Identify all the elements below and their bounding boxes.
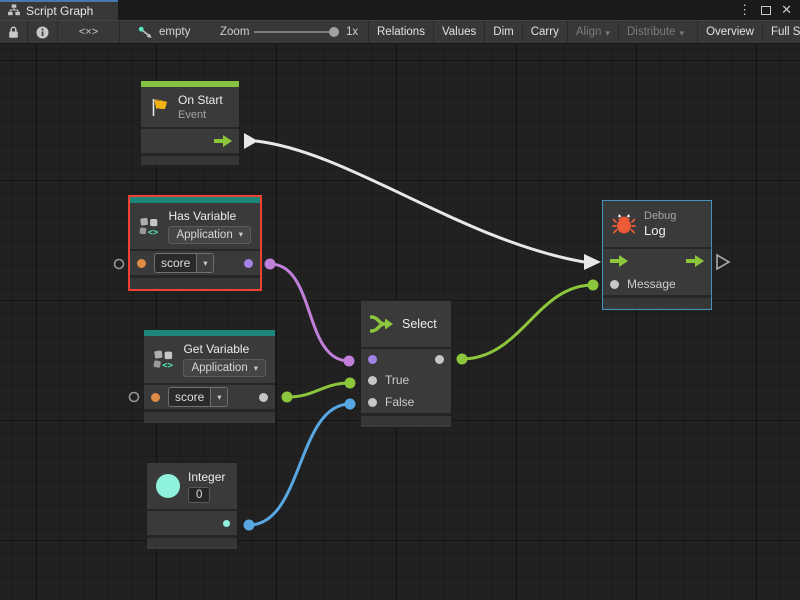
chevron-down-icon: ▾ (254, 363, 258, 374)
window-menu-icon[interactable]: ⋮ (738, 0, 751, 20)
variable-name-value: score (155, 254, 196, 272)
true-input-port[interactable] (368, 376, 377, 385)
flow-output-port[interactable] (214, 135, 232, 147)
button-label: Values (442, 21, 476, 43)
flow-output-port[interactable] (686, 255, 704, 267)
chevron-down-icon: ▾ (239, 229, 243, 240)
lock-button[interactable] (0, 21, 28, 43)
variable-name-input-port[interactable] (137, 259, 146, 268)
integer-output-port[interactable] (223, 520, 230, 527)
selection-status-text: empty (159, 26, 190, 38)
node-on-start[interactable]: On Start Event (140, 80, 240, 166)
window-tab-bar: Script Graph ⋮ ✕ (0, 0, 800, 20)
button-label: Full Screen (771, 21, 800, 43)
tab-focus-accent (0, 0, 118, 2)
scope-value: Application (191, 362, 247, 374)
integer-value-input[interactable]: 0 (188, 487, 210, 503)
flow-input-port[interactable] (610, 255, 628, 267)
chevron-down-icon: ▾ (605, 21, 610, 44)
variable-name-field[interactable]: score ▾ (154, 253, 214, 273)
node-title: Select (402, 317, 437, 331)
toolbar-button-group: Relations Values Dim Carry Align ▾ Distr… (368, 21, 800, 43)
variables-icon: <> (153, 347, 175, 372)
selection-status: empty (138, 21, 190, 43)
select-merge-icon (370, 314, 394, 334)
overview-button[interactable]: Overview (697, 21, 762, 43)
svg-text:<>: <> (162, 361, 173, 371)
node-title: On Start (178, 93, 223, 107)
node-title: Has Variable (168, 209, 236, 223)
inspect-button[interactable] (28, 21, 58, 43)
button-label: Align (576, 21, 602, 43)
node-select[interactable]: Select True False (360, 300, 452, 428)
node-footer (141, 153, 239, 165)
lock-icon (8, 26, 19, 39)
selection-output-port[interactable] (435, 355, 444, 364)
graph-icon (8, 4, 20, 16)
node-footer (603, 295, 711, 307)
flag-icon (150, 97, 170, 117)
node-get-variable[interactable]: <> Get Variable Application ▾ score ▾ (143, 329, 276, 424)
selection-cursor-icon (138, 26, 153, 39)
code-icon: <×> (79, 26, 98, 38)
tab-title: Script Graph (26, 3, 93, 18)
node-has-variable[interactable]: <> Has Variable Application ▾ score ▾ (128, 195, 262, 291)
values-button[interactable]: Values (433, 21, 484, 43)
variable-name-input-port[interactable] (151, 393, 160, 402)
node-title: Log (644, 223, 666, 238)
node-debug-log[interactable]: Debug Log Message (602, 200, 712, 310)
node-title: Get Variable (183, 342, 249, 356)
chevron-down-icon: ▾ (680, 21, 685, 44)
zoom-value: 1x (346, 21, 358, 43)
relations-button[interactable]: Relations (368, 21, 433, 43)
button-label: Relations (377, 21, 425, 43)
chevron-down-icon[interactable]: ▾ (196, 254, 213, 272)
port-label-true: True (385, 373, 409, 387)
node-title: Integer (188, 470, 225, 484)
variables-icon: <> (139, 214, 160, 239)
align-button[interactable]: Align ▾ (567, 21, 618, 43)
port-label-false: False (385, 395, 414, 409)
port-label-message: Message (627, 277, 676, 291)
dim-button[interactable]: Dim (484, 21, 521, 43)
zoom-slider-handle[interactable] (329, 27, 339, 37)
button-label: Carry (531, 21, 559, 43)
button-label: Dim (493, 21, 513, 43)
node-footer (130, 275, 260, 287)
chevron-down-icon[interactable]: ▾ (210, 388, 227, 406)
full-screen-button[interactable]: Full Screen (762, 21, 800, 43)
info-icon (36, 26, 49, 39)
graph-toolbar: <×> empty Zoom 1x Relations Values Dim C… (0, 20, 800, 44)
distribute-button[interactable]: Distribute ▾ (618, 21, 692, 43)
false-input-port[interactable] (368, 398, 377, 407)
zoom-slider-track[interactable] (254, 31, 338, 33)
svg-text:<>: <> (148, 227, 159, 237)
bug-icon (612, 213, 636, 235)
node-footer (144, 409, 275, 421)
node-integer[interactable]: Integer 0 (146, 462, 238, 550)
bool-output-port[interactable] (244, 259, 253, 268)
zoom-label: Zoom (220, 21, 249, 43)
variable-scope-dropdown[interactable]: Application ▾ (168, 226, 251, 244)
variable-name-field[interactable]: score ▾ (168, 387, 228, 407)
button-label: Overview (706, 21, 754, 43)
message-input-port[interactable] (610, 280, 619, 289)
carry-button[interactable]: Carry (522, 21, 567, 43)
maximize-icon[interactable] (761, 6, 771, 15)
tab-script-graph[interactable]: Script Graph (0, 0, 118, 20)
button-label: Distribute (627, 21, 676, 43)
variable-name-value: score (169, 388, 210, 406)
variable-scope-dropdown[interactable]: Application ▾ (183, 359, 266, 377)
integer-icon (156, 474, 180, 498)
code-preview-button[interactable]: <×> (58, 21, 120, 43)
window-controls: ⋮ ✕ (738, 0, 796, 20)
scope-value: Application (176, 229, 232, 241)
close-icon[interactable]: ✕ (781, 0, 792, 20)
node-footer (147, 535, 237, 547)
node-subtitle: Event (178, 109, 206, 121)
value-output-port[interactable] (259, 393, 268, 402)
condition-input-port[interactable] (368, 355, 377, 364)
node-supertitle: Debug (644, 210, 676, 222)
node-footer (361, 413, 451, 425)
